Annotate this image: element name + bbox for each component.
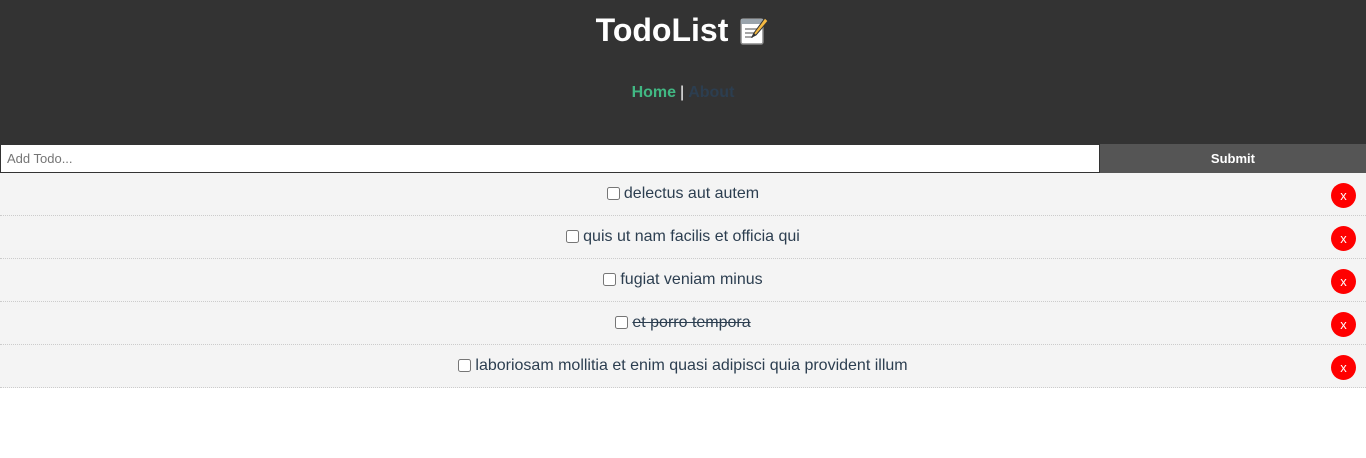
todo-title: et porro tempora	[632, 314, 751, 331]
todo-title: laboriosam mollitia et enim quasi adipis…	[475, 357, 908, 374]
todo-item: et porro tempora x	[0, 302, 1366, 345]
todo-item: quis ut nam facilis et officia qui x	[0, 216, 1366, 259]
todo-list: delectus aut autem x quis ut nam facilis…	[0, 173, 1366, 388]
delete-todo-button[interactable]: x	[1331, 226, 1356, 251]
main-nav: Home | About	[0, 83, 1366, 103]
nav-home-link[interactable]: Home	[632, 84, 676, 101]
app-title: TodoList	[595, 12, 729, 48]
delete-todo-button[interactable]: x	[1331, 183, 1356, 208]
todo-title: delectus aut autem	[623, 185, 760, 202]
todo-item: laboriosam mollitia et enim quasi adipis…	[0, 345, 1366, 388]
todo-checkbox[interactable]	[603, 272, 617, 286]
todo-item: fugiat veniam minus x	[0, 259, 1366, 302]
delete-todo-button[interactable]: x	[1331, 312, 1356, 337]
app-header: TodoList Home | About	[0, 0, 1366, 144]
memo-icon	[738, 14, 770, 46]
nav-separator: |	[680, 84, 685, 101]
add-todo-form: Submit	[0, 144, 1366, 173]
submit-button[interactable]: Submit	[1099, 144, 1366, 173]
nav-about-link[interactable]: About	[688, 84, 734, 101]
add-todo-input[interactable]	[0, 144, 1100, 173]
todo-checkbox[interactable]	[606, 186, 620, 200]
todo-title: fugiat veniam minus	[620, 271, 763, 288]
todo-checkbox[interactable]	[615, 315, 629, 329]
todo-checkbox[interactable]	[566, 229, 580, 243]
todo-checkbox[interactable]	[458, 358, 472, 372]
todo-item: delectus aut autem x	[0, 173, 1366, 216]
page-title: TodoList	[596, 0, 771, 50]
delete-todo-button[interactable]: x	[1331, 269, 1356, 294]
delete-todo-button[interactable]: x	[1331, 355, 1356, 380]
todo-title: quis ut nam facilis et officia qui	[583, 228, 800, 245]
